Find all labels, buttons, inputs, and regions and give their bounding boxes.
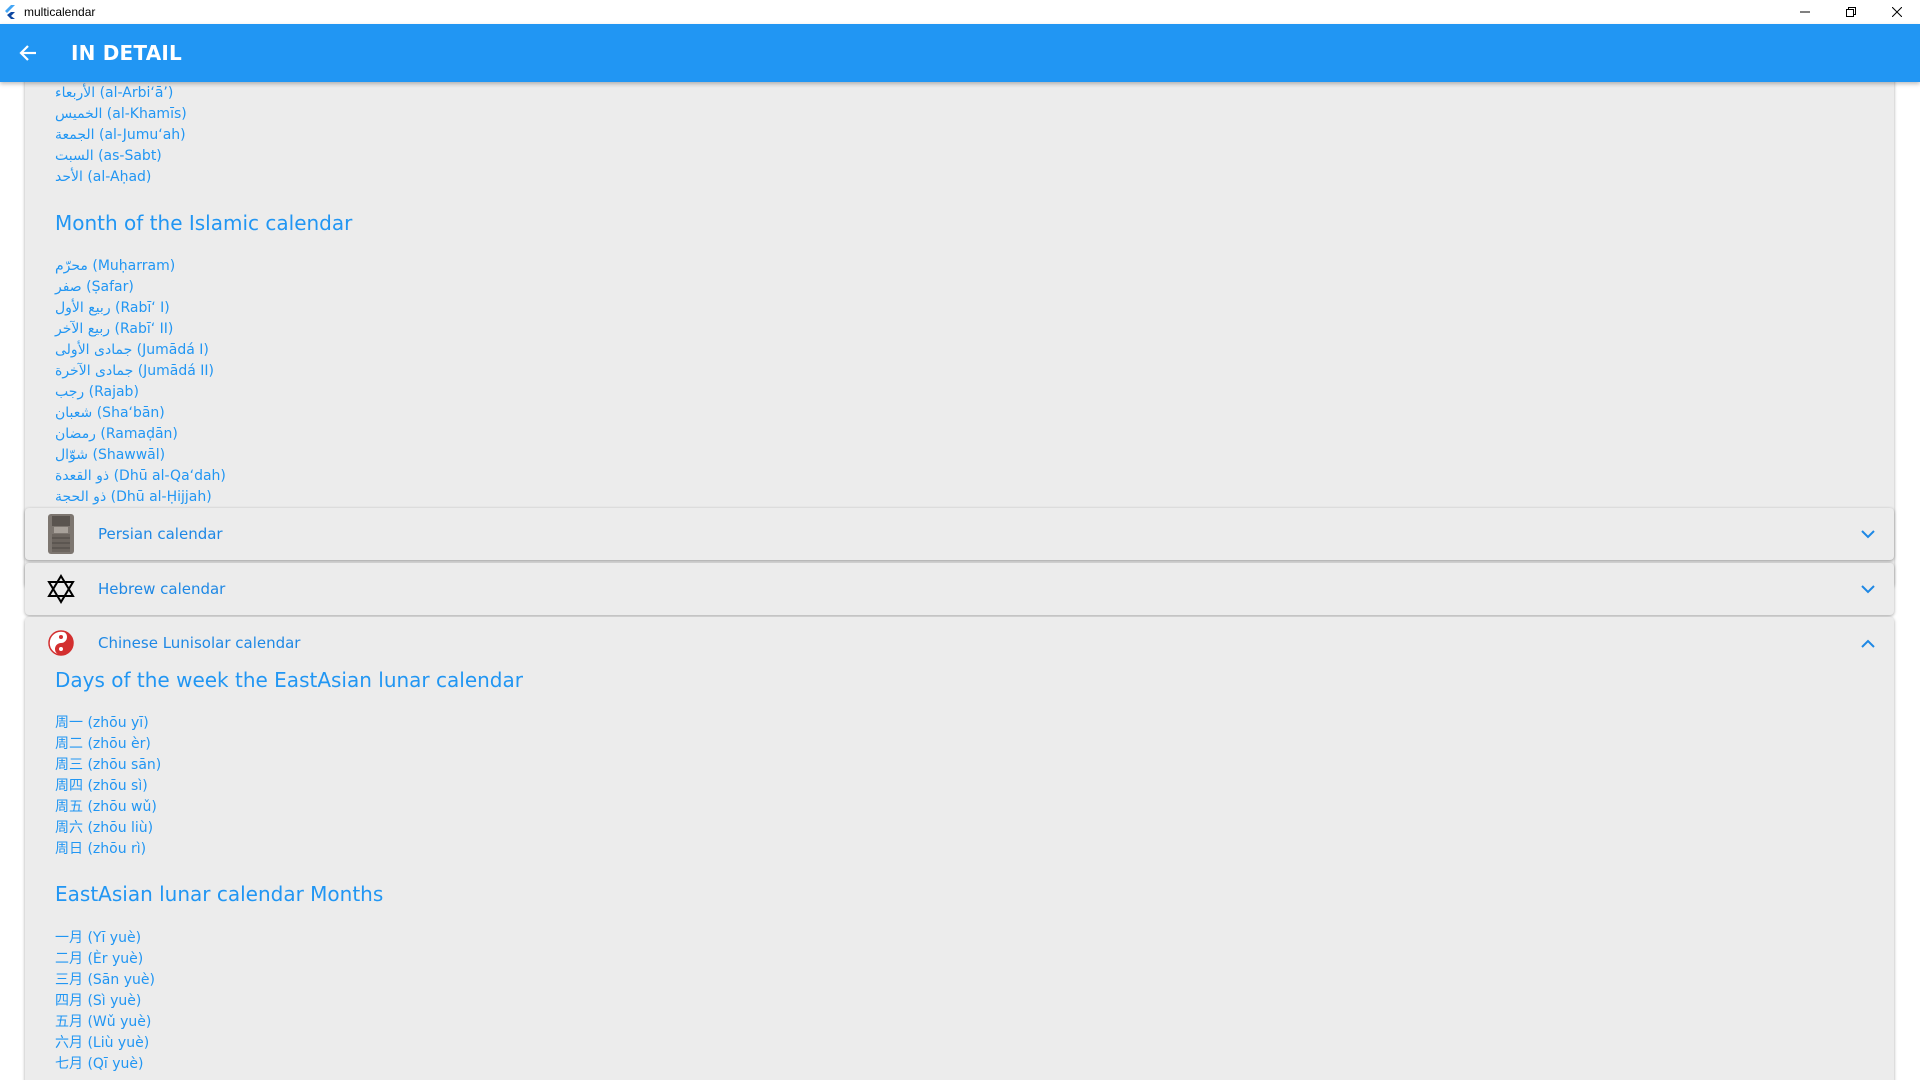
minimize-button[interactable] [1782,0,1828,24]
restore-button[interactable] [1828,0,1874,24]
list-item: صفر (Ṣafar) [55,279,134,295]
list-item: السبت (as-Sabt) [55,148,162,164]
list-item: 周三 (zhōu sān) [55,757,162,773]
list-item: الجمعة (al-Jumu‘ah) [55,127,186,143]
list-item: رجب (Rajab) [55,384,139,400]
persian-relief-icon [41,512,81,556]
chinese-months-heading: EastAsian lunar calendar Months [55,882,384,906]
list-item: 七月 (Qī yuè) [55,1056,144,1072]
list-item: 周二 (zhōu èr) [55,736,151,752]
yin-yang-icon [41,621,81,665]
hebrew-calendar-label: Hebrew calendar [98,580,226,598]
arrow-back-icon [19,45,36,61]
chinese-days-heading: Days of the week the EastAsian lunar cal… [55,668,523,692]
list-item: ذو القعدة (Dhū al-Qa‘dah) [55,468,226,484]
chevron-up-icon[interactable] [1858,633,1878,653]
chevron-down-icon[interactable] [1858,524,1878,544]
back-button[interactable] [8,33,48,73]
flutter-app-icon [4,5,18,19]
list-item: ذو الحجة (Dhū al-Ḥijjah) [55,489,212,505]
list-item: جمادى الأولى (Jumādá I) [55,342,209,358]
list-item: رمضان (Ramaḍān) [55,426,178,442]
list-item: 三月 (Sān yuè) [55,972,155,988]
chevron-down-icon[interactable] [1858,579,1878,599]
close-button[interactable] [1874,0,1920,24]
list-item: 周六 (zhōu liù) [55,820,154,836]
list-item: محرّم (Muḥarram) [55,258,176,274]
hebrew-calendar-header[interactable]: Hebrew calendar [25,563,1894,615]
close-icon [1892,7,1902,17]
list-item: 周日 (zhōu rì) [55,841,147,857]
list-item: 六月 (Liù yuè) [55,1035,150,1051]
chinese-calendar-panel: Days of the week the EastAsian lunar cal… [25,617,1894,1080]
list-item: الأربعاء (al-Arbi‘ā’) [55,85,174,101]
star-of-david-icon [41,567,81,611]
detail-content[interactable]: الأربعاء (al-Arbi‘ā’) الخميس (al-Khamīs)… [0,82,1920,1080]
persian-calendar-label: Persian calendar [98,525,223,543]
list-item: 四月 (Sì yuè) [55,993,142,1009]
list-item: ربيع الأول (Rabī‘ I) [55,300,170,316]
app-bar: IN DETAIL [0,24,1920,82]
list-item: الأحد (al-Aḥad) [55,169,152,185]
window-titlebar: multicalendar [0,0,1920,24]
persian-calendar-header[interactable]: Persian calendar [25,508,1894,560]
minimize-icon [1800,11,1810,13]
window-title: multicalendar [24,5,96,19]
list-item: 周五 (zhōu wǔ) [55,799,157,815]
restore-icon [1846,7,1856,17]
chinese-calendar-label: Chinese Lunisolar calendar [98,634,301,652]
list-item: 周一 (zhōu yī) [55,715,149,731]
page-title: IN DETAIL [71,41,182,65]
chinese-calendar-header[interactable]: Chinese Lunisolar calendar [25,617,1894,669]
list-item: جمادى الآخرة (Jumādá II) [55,363,215,379]
list-item: الخميس (al-Khamīs) [55,106,187,122]
list-item: 二月 (Èr yuè) [55,951,144,967]
list-item: شعبان (Sha‘bān) [55,405,165,421]
list-item: شوّال (Shawwāl) [55,447,166,463]
list-item: 周四 (zhōu sì) [55,778,148,794]
list-item: 五月 (Wǔ yuè) [55,1014,152,1030]
list-item: ربيع الآخر (Rabī‘ II) [55,321,174,337]
list-item: 一月 (Yī yuè) [55,930,142,946]
islamic-months-heading: Month of the Islamic calendar [55,211,353,235]
